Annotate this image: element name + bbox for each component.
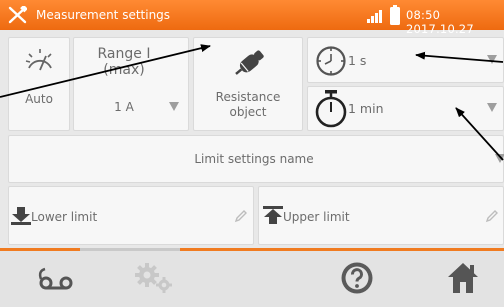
pencil-icon [234, 210, 247, 223]
pencil-icon [485, 210, 498, 223]
dropdown-arrow-icon [487, 55, 497, 64]
status-time: 08:50 [406, 8, 441, 22]
settings-gears-icon [135, 263, 172, 293]
stopwatch-icon [316, 46, 346, 76]
tools-icon[interactable] [8, 6, 27, 24]
upper-limit-field[interactable]: Upper limit [258, 186, 504, 245]
measurement-probes-icon[interactable] [36, 265, 76, 293]
help-icon[interactable] [340, 261, 374, 295]
range-selector[interactable]: Range I (max) 1 A [73, 37, 189, 131]
auto-label: Auto [25, 92, 53, 106]
limit-settings-name-field[interactable]: Limit settings name [8, 135, 504, 183]
timer1-selector[interactable]: 1 s [307, 37, 504, 83]
signal-icon [367, 10, 382, 23]
lower-limit-field[interactable]: Lower limit [8, 186, 254, 245]
status-date: 2017.10.27 [406, 22, 474, 36]
screen-title: Measurement settings [36, 8, 171, 22]
lower-limit-label: Lower limit [31, 210, 98, 224]
range-title-line2: (max) [103, 62, 145, 78]
resistance-label: Resistance object [194, 90, 302, 120]
timer1-value: 1 s [348, 53, 367, 68]
resistance-object-button[interactable]: Resistance object [193, 37, 303, 131]
upper-limit-label: Upper limit [283, 210, 350, 224]
resistance-label-line1: Resistance [215, 90, 281, 104]
timer2-selector[interactable]: 1 min [307, 86, 504, 131]
auto-range-button[interactable]: Auto [8, 37, 70, 131]
dropdown-arrow-icon [169, 102, 179, 111]
dropdown-arrow-icon [495, 154, 504, 163]
range-title-line1: Range I [97, 46, 151, 62]
timer-icon [315, 90, 347, 128]
timer2-value: 1 min [348, 101, 384, 116]
range-title: Range I (max) [74, 46, 174, 78]
bottom-toolbar [0, 251, 504, 307]
battery-icon [390, 5, 400, 25]
limit-settings-label: Limit settings name [194, 152, 314, 166]
resistance-object-icon [235, 50, 264, 75]
upper-limit-icon [263, 206, 283, 224]
status-bar: Measurement settings 08:50 2017.10.27 [0, 0, 504, 36]
auto-range-icon [25, 49, 52, 71]
resistance-label-line2: object [229, 105, 267, 119]
lower-limit-icon [11, 207, 31, 225]
range-value: 1 A [114, 100, 134, 114]
dropdown-arrow-icon [487, 103, 497, 112]
status-clock: 08:50 2017.10.27 [406, 8, 504, 36]
home-icon[interactable] [446, 260, 480, 294]
